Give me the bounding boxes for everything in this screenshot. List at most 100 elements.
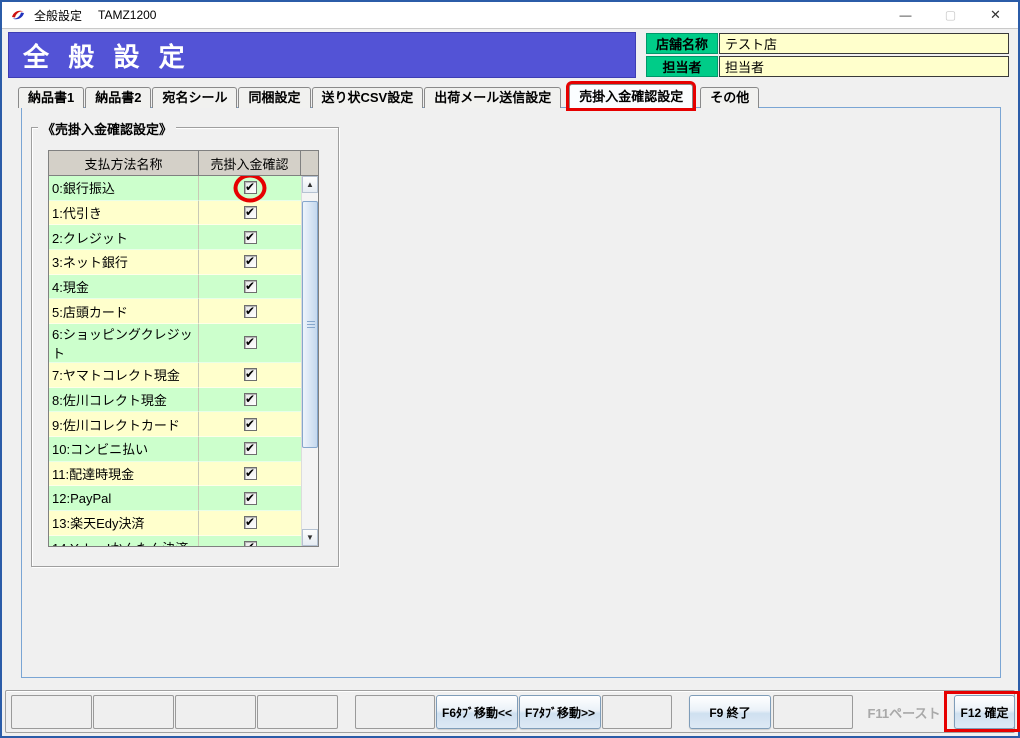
window-title: 全般設定: [34, 7, 82, 24]
table-row: 3:ネット銀行 ✔: [49, 250, 301, 275]
table-row: 0:銀行振込 ✔: [49, 176, 301, 201]
store-name-field[interactable]: テスト店: [719, 33, 1009, 54]
titlebar: 全般設定 TAMZ1200 — ▢ ✕: [2, 2, 1018, 29]
confirm-cell: ✔: [199, 324, 301, 363]
table-row: 13:楽天Edy決済 ✔: [49, 511, 301, 536]
confirm-checkbox[interactable]: ✔: [244, 442, 257, 455]
column-header-payment-method: 支払方法名称: [49, 151, 199, 175]
f8-button: [602, 695, 672, 729]
confirm-cell: ✔: [199, 275, 301, 300]
settings-groupbox: 《売掛入金確認設定》 支払方法名称 売掛入金確認 0:銀行振込✔1:代引き✔2:…: [31, 127, 339, 567]
confirm-cell: ✔: [199, 412, 301, 437]
confirm-cell: ✔: [199, 437, 301, 462]
confirm-checkbox[interactable]: ✔: [244, 255, 257, 268]
store-name-label: 店舗名称: [646, 33, 718, 54]
column-header-confirm: 売掛入金確認: [199, 151, 301, 175]
confirm-cell: ✔: [199, 225, 301, 250]
confirm-checkbox[interactable]: ✔: [244, 418, 257, 431]
confirm-cell: ✔: [199, 388, 301, 413]
scroll-down-icon[interactable]: ▼: [302, 529, 318, 546]
confirm-cell: ✔: [199, 511, 301, 536]
payment-method-name: 6:ショッピングクレジット: [49, 324, 199, 363]
table-row: 8:佐川コレクト現金 ✔: [49, 388, 301, 413]
function-key-bar: F6ﾀﾌﾞ移動<< F7ﾀﾌﾞ移動>> F9 終了 F11ペースト F12 確定: [5, 690, 1015, 733]
table-row: 12:PayPal ✔: [49, 486, 301, 511]
minimize-button[interactable]: —: [883, 2, 928, 28]
payment-rows: 0:銀行振込 ✔ 1:代引き ✔ 2:クレジット ✔ 3:ネット銀行 ✔ 4:現金 ✔ 5:店頭カー…: [49, 176, 301, 546]
groupbox-title: 《売掛入金確認設定》: [38, 119, 176, 138]
confirm-checkbox[interactable]: ✔: [244, 516, 257, 529]
confirm-checkbox[interactable]: ✔: [244, 368, 257, 381]
vertical-scrollbar[interactable]: ▲ ▼: [301, 176, 318, 546]
confirm-checkbox[interactable]: ✔: [244, 492, 257, 505]
maximize-button: ▢: [928, 2, 973, 28]
tab-5[interactable]: 出荷メール送信設定: [424, 87, 561, 108]
confirm-checkbox[interactable]: ✔: [244, 393, 257, 406]
payment-method-name: 3:ネット銀行: [49, 250, 199, 275]
tab-2[interactable]: 宛名シール: [152, 87, 237, 108]
f5-button: [355, 695, 435, 729]
app-icon: [10, 7, 26, 23]
confirm-checkbox[interactable]: ✔: [244, 206, 257, 219]
staff-label: 担当者: [646, 56, 718, 77]
confirm-cell: ✔: [199, 299, 301, 324]
f10-button: [773, 695, 853, 729]
tab-7[interactable]: その他: [700, 87, 759, 108]
confirm-cell: ✔: [199, 462, 301, 487]
confirm-checkbox[interactable]: ✔: [244, 181, 257, 194]
page-title: 全 般 設 定: [8, 32, 636, 78]
confirm-checkbox[interactable]: ✔: [244, 336, 257, 349]
payment-method-name: 0:銀行振込: [49, 176, 199, 201]
f3-button: [175, 695, 256, 729]
scrollbar-thumb[interactable]: [302, 201, 318, 448]
f12-confirm-button[interactable]: F12 確定: [954, 695, 1015, 729]
scroll-up-icon[interactable]: ▲: [302, 176, 318, 193]
f6-tab-move-back-button[interactable]: F6ﾀﾌﾞ移動<<: [436, 695, 518, 729]
tab-6[interactable]: 売掛入金確認設定: [569, 84, 693, 108]
f1-button: [11, 695, 92, 729]
window-controls: — ▢ ✕: [883, 2, 1018, 28]
table-row: 14:Yahoo!かんたん決済 ✔: [49, 536, 301, 546]
payment-method-name: 5:店頭カード: [49, 299, 199, 324]
payment-method-name: 10:コンビニ払い: [49, 437, 199, 462]
window-title-code: TAMZ1200: [98, 8, 156, 22]
payment-method-name: 13:楽天Edy決済: [49, 511, 199, 536]
f7-tab-move-forward-button[interactable]: F7ﾀﾌﾞ移動>>: [519, 695, 601, 729]
tab-1[interactable]: 納品書2: [85, 87, 151, 108]
column-header-spacer: [301, 151, 318, 175]
payment-method-name: 12:PayPal: [49, 486, 199, 511]
table-row: 9:佐川コレクトカード ✔: [49, 412, 301, 437]
table-row: 7:ヤマトコレクト現金✔: [49, 363, 301, 388]
payment-method-name: 8:佐川コレクト現金: [49, 388, 199, 413]
staff-field[interactable]: 担当者: [719, 56, 1009, 77]
confirm-checkbox[interactable]: ✔: [244, 467, 257, 480]
tab-page: 《売掛入金確認設定》 支払方法名称 売掛入金確認 0:銀行振込✔1:代引き✔2:…: [21, 107, 1001, 678]
payment-table: 支払方法名称 売掛入金確認 0:銀行振込✔1:代引き✔2:クレジット✔3:ネット…: [48, 150, 319, 547]
confirm-cell: ✔: [199, 250, 301, 275]
scrollbar-grip-icon: [307, 321, 315, 329]
confirm-checkbox[interactable]: ✔: [244, 305, 257, 318]
payment-method-name: 2:クレジット: [49, 225, 199, 250]
payment-method-name: 1:代引き: [49, 201, 199, 226]
f2-button: [93, 695, 174, 729]
table-row: 10:コンビニ払い ✔: [49, 437, 301, 462]
payment-method-name: 4:現金: [49, 275, 199, 300]
tab-0[interactable]: 納品書1: [18, 87, 84, 108]
close-button[interactable]: ✕: [973, 2, 1018, 28]
confirm-checkbox[interactable]: ✔: [244, 231, 257, 244]
table-row: 4:現金 ✔: [49, 275, 301, 300]
tab-4[interactable]: 送り状CSV設定: [312, 87, 424, 108]
app-window: 全般設定 TAMZ1200 — ▢ ✕ 全 般 設 定 店舗名称 テスト店 担当…: [0, 0, 1020, 738]
confirm-checkbox[interactable]: ✔: [244, 541, 257, 546]
table-row: 2:クレジット ✔: [49, 225, 301, 250]
payment-method-name: 9:佐川コレクトカード: [49, 412, 199, 437]
confirm-checkbox[interactable]: ✔: [244, 280, 257, 293]
payment-method-name: 14:Yahoo!かんたん決済: [49, 536, 199, 546]
confirm-cell: ✔: [199, 201, 301, 226]
confirm-cell: ✔: [199, 486, 301, 511]
confirm-cell: ✔: [199, 536, 301, 546]
tab-3[interactable]: 同梱設定: [238, 87, 310, 108]
table-row: 1:代引き ✔: [49, 201, 301, 226]
f9-exit-button[interactable]: F9 終了: [689, 695, 771, 729]
payment-method-name: 11:配達時現金: [49, 462, 199, 487]
